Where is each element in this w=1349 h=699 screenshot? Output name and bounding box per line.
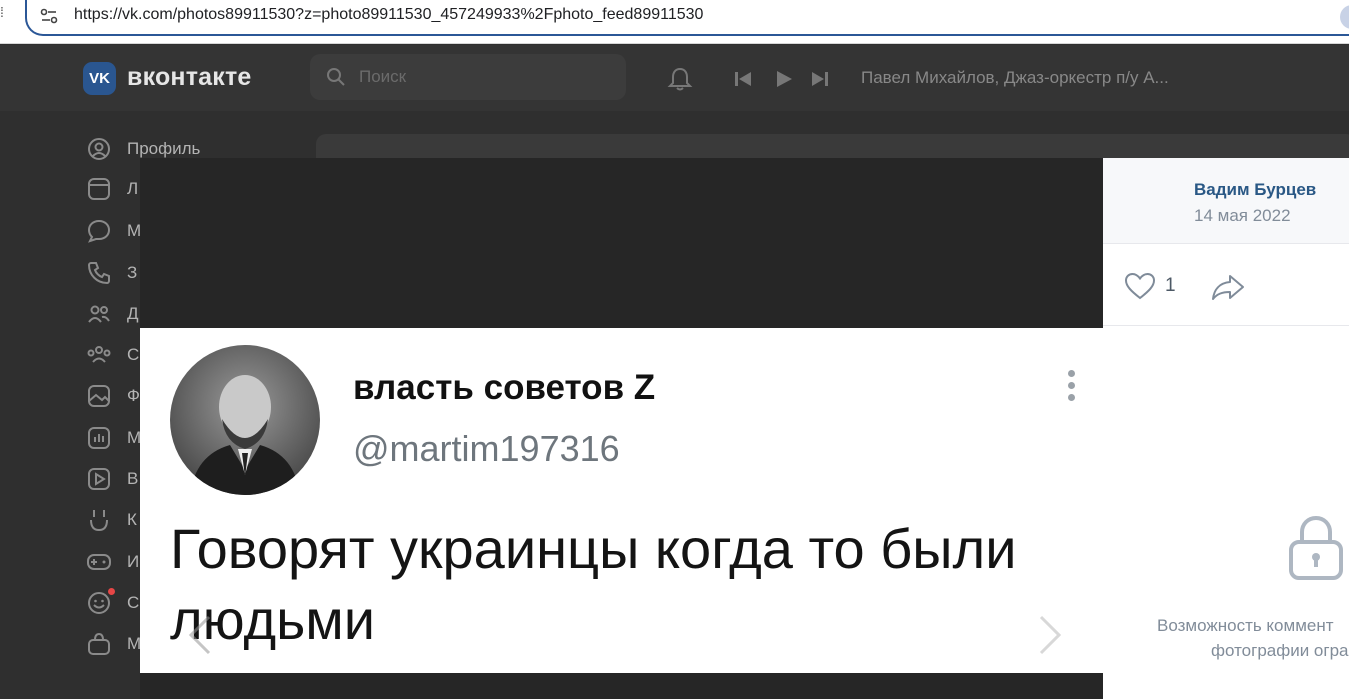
next-photo-chevron-icon[interactable] xyxy=(1035,613,1065,657)
search-box[interactable]: Поиск xyxy=(310,54,626,100)
sidebar-item-label: И xyxy=(127,552,140,571)
sidebar-item-label: Ф xyxy=(127,386,140,405)
sidebar-item-label: Профиль xyxy=(127,139,201,158)
vk-brand[interactable]: вконтакте xyxy=(127,63,252,92)
sidebar-item-label: В xyxy=(127,469,139,488)
sidebar-item-label: С xyxy=(127,345,140,364)
games-icon xyxy=(87,554,111,570)
photo-image[interactable]: власть советов Z @martim197316 Говорят у… xyxy=(140,328,1103,673)
sidebar-item-label: К xyxy=(127,510,137,529)
communities-icon xyxy=(87,346,111,363)
previous-track-icon[interactable] xyxy=(733,69,753,89)
note-line-1: Возможность коммент xyxy=(1157,616,1334,635)
messages-icon xyxy=(87,219,111,243)
sidebar-item-label: З xyxy=(127,263,138,282)
market-icon xyxy=(88,632,110,655)
clips-icon xyxy=(90,510,108,532)
search-input[interactable]: Поиск xyxy=(359,67,406,87)
photo-info-panel: Вадим Бурцев 14 мая 2022 1 Возможность к… xyxy=(1103,158,1349,699)
tweet-author-name: власть советов Z xyxy=(353,368,656,407)
play-icon[interactable] xyxy=(774,69,794,89)
author-link[interactable]: Вадим Бурцев xyxy=(1194,180,1316,200)
notification-dot xyxy=(108,588,115,595)
news-icon xyxy=(88,178,110,200)
next-track-icon[interactable] xyxy=(810,69,830,89)
browser-toolbar: ⁞ https://vk.com/photos89911530?z=photo8… xyxy=(0,0,1349,44)
portrait-image xyxy=(170,345,320,495)
tweet-text: Говорят украинцы когда то были людьми xyxy=(170,517,1017,651)
tweet-avatar xyxy=(170,345,320,495)
music-icon xyxy=(88,427,110,449)
lock-icon xyxy=(1289,515,1343,580)
notifications-bell-icon[interactable] xyxy=(666,65,694,93)
calls-icon xyxy=(87,262,110,285)
previous-photo-chevron-icon[interactable] xyxy=(185,613,215,657)
photos-icon xyxy=(88,385,110,407)
comments-disabled-note: Возможность коммент фотографии огра xyxy=(1103,613,1349,663)
search-icon xyxy=(327,68,345,86)
profile-icon xyxy=(88,138,110,160)
share-arrow-icon[interactable] xyxy=(1210,272,1246,302)
tweet-more-icon xyxy=(1067,370,1077,406)
sidebar-item-label: Л xyxy=(127,179,139,198)
like-count: 1 xyxy=(1165,275,1176,296)
tweet-author-handle: @martim197316 xyxy=(353,428,620,469)
photo-author-header: Вадим Бурцев 14 мая 2022 xyxy=(1103,158,1349,244)
photo-date[interactable]: 14 мая 2022 xyxy=(1194,206,1291,226)
browser-edge-icon: ⁞ xyxy=(0,4,4,20)
vk-logo-icon[interactable]: VK xyxy=(83,62,116,95)
photo-actions: 1 xyxy=(1103,244,1349,326)
sidebar-item-label: С xyxy=(127,593,140,612)
sidebar-item-label: Д xyxy=(127,304,139,323)
video-icon xyxy=(88,468,110,490)
note-line-2: фотографии огра xyxy=(1211,641,1349,660)
url-text[interactable]: https://vk.com/photos89911530?z=photo899… xyxy=(74,6,703,24)
like-heart-icon[interactable] xyxy=(1123,271,1157,301)
site-settings-icon[interactable] xyxy=(39,6,59,26)
now-playing-track[interactable]: Павел Михайлов, Джаз-оркестр п/у А... xyxy=(861,68,1169,88)
friends-icon xyxy=(88,305,110,323)
vk-header: VK вконтакте Поиск Павел Михайлов, Джаз-… xyxy=(0,45,1349,111)
address-bar[interactable]: https://vk.com/photos89911530?z=photo899… xyxy=(25,0,1349,36)
photo-viewer: власть советов Z @martim197316 Говорят у… xyxy=(140,158,1103,699)
